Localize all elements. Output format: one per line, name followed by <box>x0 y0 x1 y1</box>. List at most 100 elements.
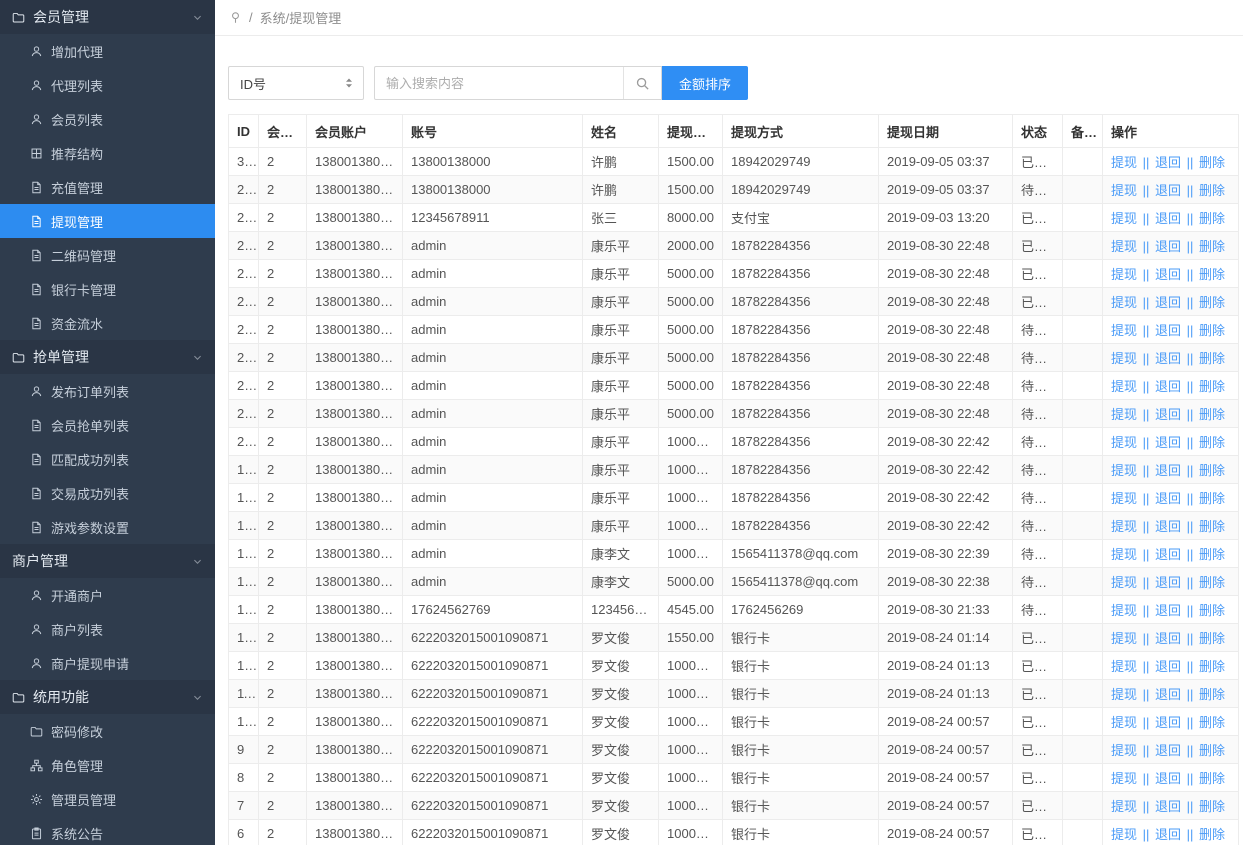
refund-link[interactable]: 退回 <box>1155 603 1181 618</box>
withdraw-link[interactable]: 提现 <box>1111 323 1137 338</box>
withdraw-link[interactable]: 提现 <box>1111 407 1137 422</box>
amount-sort-button[interactable]: 金额排序 <box>662 66 748 100</box>
withdraw-link[interactable]: 提现 <box>1111 715 1137 730</box>
sidebar-item-merchant-withdraw-apply[interactable]: 商户提现申请 <box>0 646 215 680</box>
withdraw-link[interactable]: 提现 <box>1111 771 1137 786</box>
sidebar-item-qrcode-management[interactable]: 二维码管理 <box>0 238 215 272</box>
refund-link[interactable]: 退回 <box>1155 799 1181 814</box>
sidebar-item-withdraw-management[interactable]: 提现管理 <box>0 204 215 238</box>
refund-link[interactable]: 退回 <box>1155 379 1181 394</box>
refund-link[interactable]: 退回 <box>1155 463 1181 478</box>
delete-link[interactable]: 删除 <box>1199 463 1225 478</box>
refund-link[interactable]: 退回 <box>1155 519 1181 534</box>
withdraw-link[interactable]: 提现 <box>1111 211 1137 226</box>
withdraw-link[interactable]: 提现 <box>1111 547 1137 562</box>
delete-link[interactable]: 删除 <box>1199 687 1225 702</box>
sidebar-section-merchant-management[interactable]: 商户管理 <box>0 544 215 578</box>
sidebar-item-member-grab-list[interactable]: 会员抢单列表 <box>0 408 215 442</box>
delete-link[interactable]: 删除 <box>1199 295 1225 310</box>
refund-link[interactable]: 退回 <box>1155 547 1181 562</box>
refund-link[interactable]: 退回 <box>1155 687 1181 702</box>
delete-link[interactable]: 删除 <box>1199 603 1225 618</box>
withdraw-link[interactable]: 提现 <box>1111 799 1137 814</box>
sidebar-item-game-params[interactable]: 游戏参数设置 <box>0 510 215 544</box>
refund-link[interactable]: 退回 <box>1155 659 1181 674</box>
search-input[interactable] <box>375 67 623 99</box>
sidebar-item-match-success-list[interactable]: 匹配成功列表 <box>0 442 215 476</box>
refund-link[interactable]: 退回 <box>1155 743 1181 758</box>
delete-link[interactable]: 删除 <box>1199 407 1225 422</box>
refund-link[interactable]: 退回 <box>1155 239 1181 254</box>
refund-link[interactable]: 退回 <box>1155 407 1181 422</box>
withdraw-link[interactable]: 提现 <box>1111 239 1137 254</box>
refund-link[interactable]: 退回 <box>1155 323 1181 338</box>
withdraw-link[interactable]: 提现 <box>1111 827 1137 842</box>
withdraw-link[interactable]: 提现 <box>1111 631 1137 646</box>
delete-link[interactable]: 删除 <box>1199 547 1225 562</box>
sidebar-item-agent-list[interactable]: 代理列表 <box>0 68 215 102</box>
delete-link[interactable]: 删除 <box>1199 491 1225 506</box>
refund-link[interactable]: 退回 <box>1155 491 1181 506</box>
sidebar-item-recharge-management[interactable]: 充值管理 <box>0 170 215 204</box>
withdraw-link[interactable]: 提现 <box>1111 491 1137 506</box>
delete-link[interactable]: 删除 <box>1199 799 1225 814</box>
delete-link[interactable]: 删除 <box>1199 827 1225 842</box>
withdraw-link[interactable]: 提现 <box>1111 463 1137 478</box>
delete-link[interactable]: 删除 <box>1199 351 1225 366</box>
sidebar-section-member-management[interactable]: 会员管理 <box>0 0 215 34</box>
refund-link[interactable]: 退回 <box>1155 295 1181 310</box>
withdraw-link[interactable]: 提现 <box>1111 743 1137 758</box>
sidebar-item-change-password[interactable]: 密码修改 <box>0 714 215 748</box>
delete-link[interactable]: 删除 <box>1199 519 1225 534</box>
refund-link[interactable]: 退回 <box>1155 351 1181 366</box>
delete-link[interactable]: 删除 <box>1199 379 1225 394</box>
refund-link[interactable]: 退回 <box>1155 211 1181 226</box>
delete-link[interactable]: 删除 <box>1199 155 1225 170</box>
delete-link[interactable]: 删除 <box>1199 659 1225 674</box>
sidebar-item-bank-card-management[interactable]: 银行卡管理 <box>0 272 215 306</box>
delete-link[interactable]: 删除 <box>1199 771 1225 786</box>
withdraw-link[interactable]: 提现 <box>1111 183 1137 198</box>
delete-link[interactable]: 删除 <box>1199 715 1225 730</box>
delete-link[interactable]: 删除 <box>1199 323 1225 338</box>
sidebar-section-general-functions[interactable]: 统用功能 <box>0 680 215 714</box>
withdraw-link[interactable]: 提现 <box>1111 351 1137 366</box>
refund-link[interactable]: 退回 <box>1155 827 1181 842</box>
delete-link[interactable]: 删除 <box>1199 575 1225 590</box>
refund-link[interactable]: 退回 <box>1155 771 1181 786</box>
sidebar-item-role-management[interactable]: 角色管理 <box>0 748 215 782</box>
withdraw-link[interactable]: 提现 <box>1111 379 1137 394</box>
sidebar-item-fund-flow[interactable]: 资金流水 <box>0 306 215 340</box>
withdraw-link[interactable]: 提现 <box>1111 155 1137 170</box>
delete-link[interactable]: 删除 <box>1199 211 1225 226</box>
sidebar-item-referral-structure[interactable]: 推荐结构 <box>0 136 215 170</box>
withdraw-link[interactable]: 提现 <box>1111 687 1137 702</box>
refund-link[interactable]: 退回 <box>1155 435 1181 450</box>
withdraw-link[interactable]: 提现 <box>1111 295 1137 310</box>
sidebar-item-trade-success-list[interactable]: 交易成功列表 <box>0 476 215 510</box>
sidebar-item-merchant-list[interactable]: 商户列表 <box>0 612 215 646</box>
withdraw-link[interactable]: 提现 <box>1111 659 1137 674</box>
refund-link[interactable]: 退回 <box>1155 631 1181 646</box>
sidebar-item-member-list[interactable]: 会员列表 <box>0 102 215 136</box>
search-button[interactable] <box>623 67 661 99</box>
delete-link[interactable]: 删除 <box>1199 435 1225 450</box>
delete-link[interactable]: 删除 <box>1199 743 1225 758</box>
sidebar-item-admin-management[interactable]: 管理员管理 <box>0 782 215 816</box>
refund-link[interactable]: 退回 <box>1155 183 1181 198</box>
withdraw-link[interactable]: 提现 <box>1111 603 1137 618</box>
withdraw-link[interactable]: 提现 <box>1111 267 1137 282</box>
withdraw-link[interactable]: 提现 <box>1111 575 1137 590</box>
search-field-select[interactable]: ID号 <box>228 66 364 100</box>
delete-link[interactable]: 删除 <box>1199 631 1225 646</box>
refund-link[interactable]: 退回 <box>1155 715 1181 730</box>
delete-link[interactable]: 删除 <box>1199 239 1225 254</box>
sidebar-item-system-announcement[interactable]: 系统公告 <box>0 816 215 845</box>
delete-link[interactable]: 删除 <box>1199 267 1225 282</box>
sidebar-item-open-merchant[interactable]: 开通商户 <box>0 578 215 612</box>
delete-link[interactable]: 删除 <box>1199 183 1225 198</box>
sidebar-item-add-agent[interactable]: 增加代理 <box>0 34 215 68</box>
refund-link[interactable]: 退回 <box>1155 267 1181 282</box>
withdraw-link[interactable]: 提现 <box>1111 519 1137 534</box>
refund-link[interactable]: 退回 <box>1155 575 1181 590</box>
